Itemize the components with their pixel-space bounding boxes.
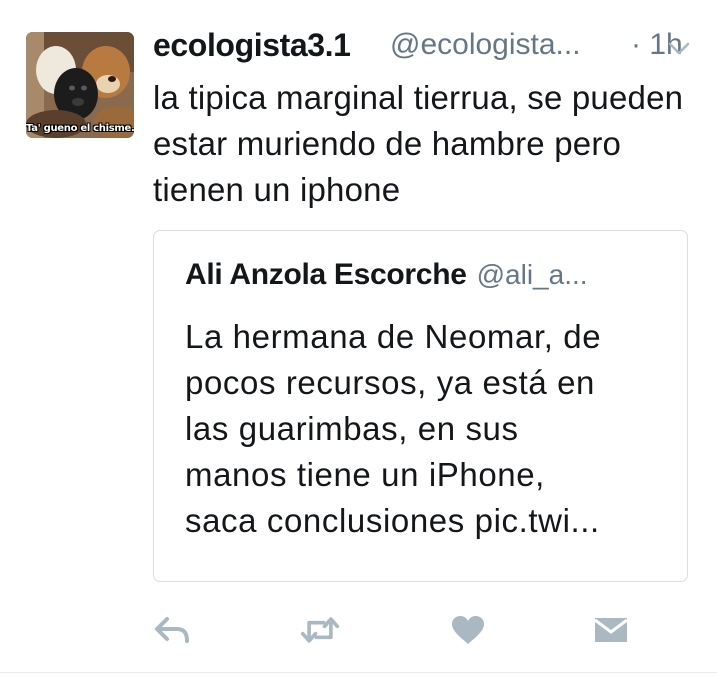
chevron-down-icon[interactable] [667, 41, 691, 57]
quoted-author-display-name: Ali Anzola Escorche [185, 258, 467, 291]
like-icon [452, 616, 484, 644]
author-handle[interactable]: @ecologista... [390, 28, 581, 62]
tweet-text: la tipica marginal tierrua, se pueden es… [153, 79, 684, 208]
quoted-tweet-header: Ali Anzola Escorche @ali_a... [185, 258, 588, 292]
quoted-tweet-text: La hermana de Neomar, de pocos recursos,… [185, 318, 602, 539]
retweet-button[interactable] [300, 610, 340, 650]
like-button[interactable] [448, 610, 488, 650]
avatar[interactable]: Ta' gueno el chisme. [26, 32, 134, 138]
tweet[interactable]: Ta' gueno el chisme. ecologista3.1 @ecol… [0, 0, 717, 683]
quoted-tweet[interactable]: Ali Anzola Escorche @ali_a... La hermana … [153, 230, 688, 582]
avatar-caption: Ta' gueno el chisme. [26, 123, 134, 134]
quoted-author-handle: @ali_a... [476, 259, 588, 290]
tweet-actions [0, 610, 717, 654]
author-display-name[interactable]: ecologista3.1 [153, 27, 351, 64]
direct-message-icon [594, 618, 628, 642]
tweet-header: ecologista3.1 @ecologista... · 1h [153, 27, 698, 73]
reply-button[interactable] [152, 610, 192, 650]
divider [0, 672, 717, 673]
direct-message-button[interactable] [591, 610, 631, 650]
retweet-icon [300, 617, 340, 643]
reply-icon [155, 617, 189, 643]
